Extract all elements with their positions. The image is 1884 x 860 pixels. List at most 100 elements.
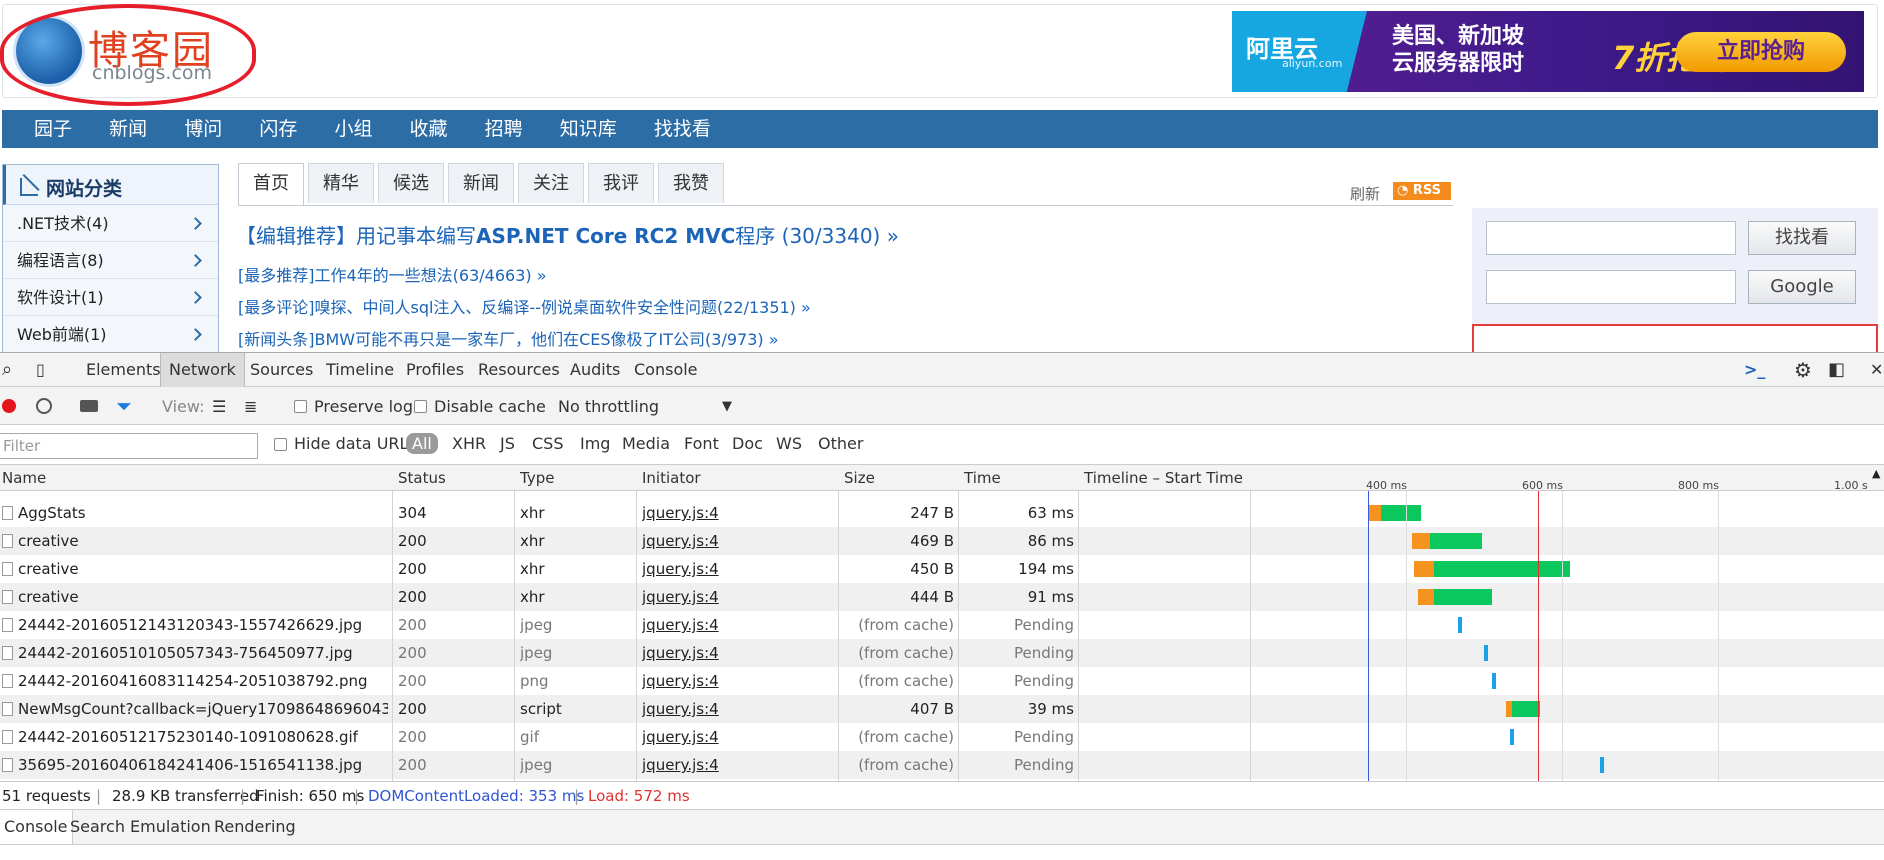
table-row[interactable]: 35695-20160406184241406-1516541138.jpg 20… [0,751,1884,779]
filter-type-img[interactable]: Img [580,434,610,453]
console-drawer-icon[interactable]: >_ [1744,353,1765,387]
col-type[interactable]: Type [520,469,554,487]
filter-type-other[interactable]: Other [818,434,863,453]
google-search-input[interactable] [1486,270,1736,304]
rss-badge[interactable]: ◔ RSS [1393,182,1451,200]
record-icon[interactable] [2,399,16,413]
table-row[interactable]: 24442-20160416083114254-2051038792.png 20… [0,667,1884,695]
sidebar-item-dotnet[interactable]: .NET技术(4) [3,205,218,242]
tab-news[interactable]: 新闻 [448,163,514,203]
tab-my-comments[interactable]: 我评 [588,163,654,203]
site-search-input[interactable] [1486,221,1736,255]
banner-cta-button[interactable]: 立即抢购 [1676,32,1846,72]
hide-data-urls-checkbox[interactable] [274,438,287,451]
gear-icon[interactable]: ⚙ [1794,353,1812,387]
overview-icon[interactable]: ≣ [244,397,257,416]
tab-elements[interactable]: Elements [86,353,161,387]
cell-initiator-link[interactable]: jquery.js:4 [642,695,832,723]
link-most-recommended[interactable]: [最多推荐]工作4年的一些想法(63/4663) » [238,262,547,286]
filter-type-media[interactable]: Media [622,434,670,453]
link-news-headline[interactable]: [新闻头条]BMW可能不再只是一家车厂，他们在CES像极了IT公司(3/973)… [238,326,779,350]
nav-item-fav[interactable]: 收藏 [410,110,448,148]
table-row[interactable]: 24442-20160512175230140-1091080628.gif 20… [0,723,1884,751]
tab-home[interactable]: 首页 [238,163,304,206]
nav-item-kb[interactable]: 知识库 [560,110,617,148]
cell-initiator-link[interactable]: jquery.js:4 [642,499,832,527]
filter-icon[interactable]: ⏷ [116,394,132,418]
tab-my-likes[interactable]: 我赞 [658,163,724,203]
col-time[interactable]: Time [964,469,1001,487]
nav-item-q[interactable]: 博问 [184,110,222,148]
tab-audits[interactable]: Audits [570,353,620,387]
filter-input[interactable]: Filter [0,433,258,459]
col-initiator[interactable]: Initiator [642,469,701,487]
nav-item-news[interactable]: 新闻 [109,110,147,148]
drawer-tab-console[interactable]: Console [0,810,73,844]
cell-initiator-link[interactable]: jquery.js:4 [642,611,832,639]
filter-type-xhr[interactable]: XHR [452,434,486,453]
refresh-link[interactable]: 刷新 [1350,183,1380,204]
sidebar-item-languages[interactable]: 编程语言(8) [3,242,218,279]
nav-item-search[interactable]: 找找看 [654,110,711,148]
filter-type-js[interactable]: JS [500,434,515,453]
nav-item-group[interactable]: 小组 [334,110,372,148]
drawer-tab-emulation[interactable]: Emulation [130,810,211,844]
nav-item-yuanzi[interactable]: 园子 [34,110,72,148]
col-name[interactable]: Name [2,469,46,487]
sidebar-item-design[interactable]: 软件设计(1) [3,279,218,316]
disable-cache-checkbox[interactable] [414,400,427,413]
camera-icon[interactable] [80,400,98,412]
drawer-tab-search[interactable]: Search [70,810,125,844]
cell-initiator-link[interactable]: jquery.js:4 [642,555,832,583]
large-rows-icon[interactable]: ☰ [212,397,226,416]
tab-sources[interactable]: Sources [250,353,313,387]
filter-type-doc[interactable]: Doc [732,434,763,453]
inspect-icon[interactable]: ⌕ [2,353,12,387]
clear-icon[interactable] [36,398,52,414]
table-row[interactable]: creative 200 xhr jquery.js:4 450 B 194 ms [0,555,1884,583]
tab-candidates[interactable]: 候选 [378,163,444,203]
cell-initiator-link[interactable]: jquery.js:4 [642,639,832,667]
tab-following[interactable]: 关注 [518,163,584,203]
side-ad[interactable] [1472,324,1878,352]
tab-picks[interactable]: 精华 [308,163,374,203]
close-icon[interactable]: ✕ [1870,353,1883,387]
drawer-tab-rendering[interactable]: Rendering [214,810,296,844]
filter-type-css[interactable]: CSS [532,434,563,453]
tab-resources[interactable]: Resources [478,353,560,387]
sidebar-item-web[interactable]: Web前端(1) [3,316,218,352]
nav-item-flash[interactable]: 闪存 [259,110,297,148]
filter-type-font[interactable]: Font [684,434,719,453]
table-row[interactable]: creative 200 xhr jquery.js:4 444 B 91 ms [0,583,1884,611]
col-size[interactable]: Size [844,469,875,487]
device-mode-icon[interactable]: ▯ [36,353,45,387]
tab-network[interactable]: Network [160,353,245,387]
tab-profiles[interactable]: Profiles [406,353,464,387]
tab-console[interactable]: Console [634,353,698,387]
chevron-down-icon[interactable]: ▼ [722,399,732,414]
cell-initiator-link[interactable]: jquery.js:4 [642,583,832,611]
table-row[interactable]: AggStats 304 xhr jquery.js:4 247 B 63 ms [0,499,1884,527]
tab-timeline[interactable]: Timeline [326,353,394,387]
table-row[interactable]: NewMsgCount?callback=jQuery1709864869604… [0,695,1884,723]
preserve-log-checkbox[interactable] [294,400,307,413]
nav-item-jobs[interactable]: 招聘 [485,110,523,148]
scroll-up-icon[interactable]: ▲ [1872,467,1880,480]
table-row[interactable]: 24442-20160510105057343-756450977.jpg 200… [0,639,1884,667]
cell-initiator-link[interactable]: jquery.js:4 [642,667,832,695]
throttling-select[interactable]: No throttling [558,397,659,416]
col-timeline[interactable]: Timeline – Start Time [1084,469,1243,487]
editor-pick-headline[interactable]: 【编辑推荐】用记事本编写ASP.NET Core RC2 MVC程序 (30/3… [236,220,899,249]
filter-type-all[interactable]: All [406,433,438,454]
ad-banner[interactable]: 阿里云 aliyun.com 美国、新加坡 云服务器限时 7折抢购 立即抢购 [1232,11,1864,92]
table-row[interactable]: 24442-20160512143120343-1557426629.jpg 20… [0,611,1884,639]
cell-initiator-link[interactable]: jquery.js:4 [642,751,832,779]
cell-initiator-link[interactable]: jquery.js:4 [642,723,832,751]
table-row[interactable]: creative 200 xhr jquery.js:4 469 B 86 ms [0,527,1884,555]
cell-initiator-link[interactable]: jquery.js:4 [642,527,832,555]
google-search-button[interactable]: Google [1748,270,1856,304]
dock-icon[interactable]: ◧ [1828,353,1845,387]
site-search-button[interactable]: 找找看 [1748,221,1856,255]
filter-type-ws[interactable]: WS [776,434,802,453]
col-status[interactable]: Status [398,469,446,487]
